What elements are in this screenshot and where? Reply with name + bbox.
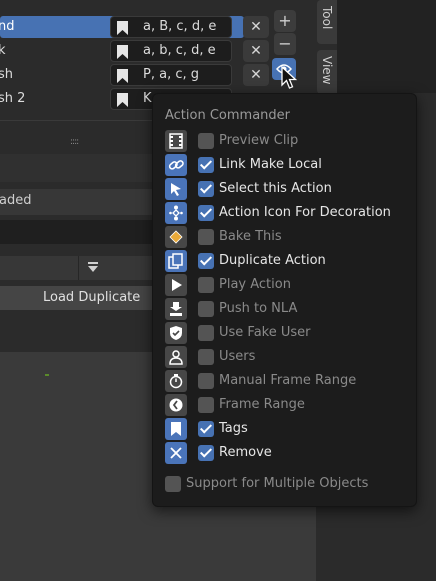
bookmark-icon xyxy=(117,45,128,59)
option-label[interactable]: Bake This xyxy=(219,226,282,248)
option-label[interactable]: Use Fake User xyxy=(219,322,311,344)
popup-option-row[interactable]: Action Icon For Decoration xyxy=(165,202,410,224)
option-checkbox[interactable] xyxy=(198,253,214,269)
option-checkbox[interactable] xyxy=(198,325,214,341)
list-item[interactable]: k a, b, c, d, e xyxy=(0,40,244,62)
list-item[interactable]: sh P, a, c, g xyxy=(0,64,244,86)
shield-icon xyxy=(165,322,187,344)
popup-option-row[interactable]: Preview Clip xyxy=(165,130,410,152)
popup-option-row[interactable]: Use Fake User xyxy=(165,322,410,344)
option-checkbox[interactable] xyxy=(198,445,214,461)
option-checkbox[interactable] xyxy=(198,349,214,365)
list-item-name: nd xyxy=(0,19,15,34)
multiple-objects-label[interactable]: Support for Multiple Objects xyxy=(186,474,368,494)
popup-option-row[interactable]: Push to NLA xyxy=(165,298,410,320)
popup-option-row[interactable]: Select this Action xyxy=(165,178,410,200)
film-clip-icon xyxy=(165,130,187,152)
option-label[interactable]: Select this Action xyxy=(219,178,332,200)
option-label[interactable]: Users xyxy=(219,346,255,368)
option-label[interactable]: Frame Range xyxy=(219,394,305,416)
tags-field[interactable]: P, a, c, g xyxy=(110,64,232,86)
push-nla-icon xyxy=(165,298,187,320)
option-checkbox[interactable] xyxy=(198,373,214,389)
close-icon xyxy=(165,442,187,464)
popup-option-row[interactable]: Bake This xyxy=(165,226,410,248)
multiple-objects-checkbox[interactable] xyxy=(165,476,181,492)
bookmark-icon xyxy=(117,21,128,35)
list-item-name: sh xyxy=(0,67,14,82)
tab-view[interactable]: View xyxy=(317,50,337,94)
add-slot-button[interactable]: + xyxy=(274,10,296,32)
list-item-name: k xyxy=(0,43,6,58)
option-checkbox[interactable] xyxy=(198,421,214,437)
option-label[interactable]: Link Make Local xyxy=(219,154,322,176)
loaded-label: aded xyxy=(0,193,32,208)
tab-tool-label: Tool xyxy=(320,6,334,30)
option-label[interactable]: Play Action xyxy=(219,274,291,296)
load-duplicate-button[interactable]: Load Duplicate xyxy=(43,286,140,310)
decoration-icon xyxy=(165,202,187,224)
tags-value: a, B, c, d, e xyxy=(143,19,217,34)
option-label[interactable]: Duplicate Action xyxy=(219,250,326,272)
play-icon xyxy=(165,274,187,296)
option-label[interactable]: Manual Frame Range xyxy=(219,370,356,392)
option-checkbox[interactable] xyxy=(198,133,214,149)
option-checkbox[interactable] xyxy=(198,277,214,293)
popup-option-row[interactable]: Link Make Local xyxy=(165,154,410,176)
tags-value: a, b, c, d, e xyxy=(143,43,216,58)
popup-option-row[interactable]: Tags xyxy=(165,418,410,440)
option-label[interactable]: Tags xyxy=(219,418,248,440)
list-item-name: sh 2 xyxy=(0,91,26,106)
duplicate-icon xyxy=(165,250,187,272)
tags-value: P, a, c, g xyxy=(143,67,199,82)
popup-option-row[interactable]: Frame Range xyxy=(165,394,410,416)
download-icon xyxy=(88,262,98,272)
stopwatch-icon xyxy=(165,370,187,392)
action-commander-popup: Action Commander Preview Clip Link Make L… xyxy=(152,93,417,507)
option-checkbox[interactable] xyxy=(198,301,214,317)
remove-button[interactable]: ✕ xyxy=(243,40,269,62)
option-checkbox[interactable] xyxy=(198,397,214,413)
popup-option-row[interactable]: Manual Frame Range xyxy=(165,370,410,392)
popup-title: Action Commander xyxy=(165,108,291,123)
option-label[interactable]: Remove xyxy=(219,442,272,464)
dropdown-button[interactable] xyxy=(78,256,159,280)
link-icon xyxy=(165,154,187,176)
keyframe-icon xyxy=(165,226,187,248)
remove-slot-button[interactable]: − xyxy=(274,33,296,55)
option-label[interactable]: Push to NLA xyxy=(219,298,297,320)
bookmark-icon xyxy=(165,418,187,440)
option-checkbox[interactable] xyxy=(198,205,214,221)
remove-button[interactable]: ✕ xyxy=(243,16,269,38)
tags-field[interactable]: a, B, c, d, e xyxy=(110,16,232,38)
popup-option-row[interactable]: Users xyxy=(165,346,410,368)
user-icon xyxy=(165,346,187,368)
tab-view-label: View xyxy=(320,56,334,85)
mouse-cursor-icon xyxy=(281,66,298,89)
side-strip xyxy=(337,0,436,93)
bookmark-icon xyxy=(117,69,128,83)
viewport-dot xyxy=(45,374,49,376)
drag-handle[interactable]: :::: xyxy=(70,137,79,147)
option-checkbox[interactable] xyxy=(198,229,214,245)
tags-field[interactable]: a, b, c, d, e xyxy=(110,40,232,62)
popup-option-row[interactable]: Play Action xyxy=(165,274,410,296)
tags-value: K xyxy=(143,91,152,106)
option-label[interactable]: Action Icon For Decoration xyxy=(219,202,391,224)
popup-option-row[interactable]: Duplicate Action xyxy=(165,250,410,272)
option-label[interactable]: Preview Clip xyxy=(219,130,298,152)
popup-option-row[interactable]: Remove xyxy=(165,442,410,464)
clock-icon xyxy=(165,394,187,416)
tab-tool[interactable]: Tool xyxy=(317,0,337,44)
right-edge xyxy=(415,93,436,581)
list-item[interactable]: nd a, B, c, d, e xyxy=(0,16,244,38)
option-checkbox[interactable] xyxy=(198,181,214,197)
bookmark-icon xyxy=(117,93,128,107)
cursor-icon xyxy=(165,178,187,200)
option-checkbox[interactable] xyxy=(198,157,214,173)
remove-button[interactable]: ✕ xyxy=(243,64,269,86)
